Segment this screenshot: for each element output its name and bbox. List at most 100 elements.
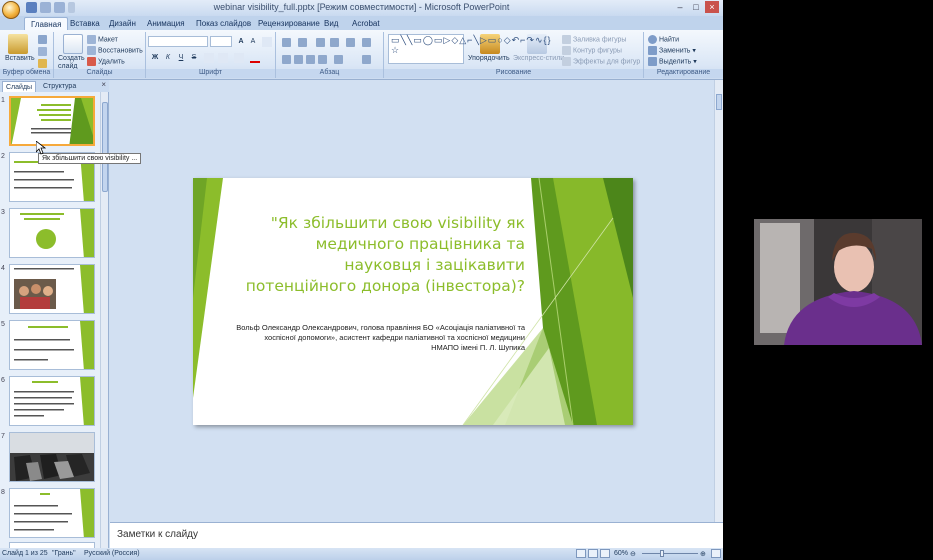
- align-left-icon[interactable]: [282, 55, 291, 64]
- smartart-icon[interactable]: [362, 55, 371, 64]
- layout-button[interactable]: Макет: [87, 35, 118, 44]
- tab-insert[interactable]: Вставка: [64, 17, 106, 30]
- shape-effects-icon: [562, 57, 571, 66]
- reset-label: Восстановить: [98, 47, 143, 55]
- bullets-icon[interactable]: [282, 38, 291, 47]
- slide-subtitle[interactable]: Вольф Олександр Олександрович, голова пр…: [235, 323, 525, 353]
- arrange-button[interactable]: Упорядочить: [468, 55, 510, 62]
- maximize-button[interactable]: □: [689, 1, 703, 13]
- thumbnail-slide-7[interactable]: 7: [0, 432, 100, 486]
- new-slide-icon[interactable]: [63, 34, 83, 54]
- thumbnail-slide-6[interactable]: 6: [0, 376, 100, 430]
- zoom-level[interactable]: 60%: [614, 550, 628, 557]
- slides-pane-tabs: Слайды Структура ×: [0, 80, 109, 92]
- decrease-indent-icon[interactable]: [316, 38, 325, 47]
- replace-button[interactable]: Заменить ▾: [648, 46, 696, 55]
- paste-icon[interactable]: [8, 34, 28, 54]
- find-button[interactable]: Найти: [648, 35, 679, 44]
- tab-slideshow[interactable]: Показ слайдов: [190, 17, 257, 30]
- numbering-icon[interactable]: [298, 38, 307, 47]
- fit-window-icon[interactable]: [711, 549, 721, 558]
- thumbnail-number: 7: [1, 433, 5, 440]
- tab-acrobat[interactable]: Acrobat: [346, 17, 386, 30]
- format-painter-icon[interactable]: [38, 59, 47, 68]
- webcam-presenter-image: [754, 219, 922, 345]
- tab-home[interactable]: Главная: [24, 17, 69, 30]
- thumbnail-slide-5[interactable]: 5: [0, 320, 100, 374]
- font-size-field[interactable]: [210, 36, 232, 47]
- delete-slide-button[interactable]: Удалить: [87, 57, 125, 66]
- grow-font-button[interactable]: A: [236, 37, 246, 47]
- tab-review[interactable]: Рецензирование: [252, 17, 326, 30]
- zoom-slider[interactable]: [642, 553, 698, 554]
- tab-animation[interactable]: Анимация: [141, 17, 191, 30]
- line-spacing-icon[interactable]: [346, 38, 355, 47]
- shapes-gallery[interactable]: ▭╲╲▭◯▭▷◇△⌐╲▷▭○◇↶⌐↷∿{}☆: [388, 34, 551, 64]
- current-slide[interactable]: "Як збільшити свою visibility як медично…: [193, 178, 633, 425]
- office-button[interactable]: [2, 1, 20, 19]
- reset-icon: [87, 46, 96, 55]
- copy-icon[interactable]: [38, 47, 47, 56]
- scrollbar-thumb[interactable]: [716, 94, 722, 110]
- stage-scrollbar[interactable]: [714, 80, 723, 522]
- pane-close-icon[interactable]: ×: [101, 80, 106, 89]
- thumbnail-number: 3: [1, 209, 5, 216]
- notes-pane[interactable]: Заметки к слайду: [110, 522, 723, 548]
- zoom-in-icon[interactable]: ⊕: [700, 550, 706, 558]
- slide-sorter-icon[interactable]: [588, 549, 598, 558]
- thumbnail-number: 4: [1, 265, 5, 272]
- columns-icon[interactable]: [334, 55, 343, 64]
- text-direction-icon[interactable]: [362, 38, 371, 47]
- group-slides: Создать слайд Макет Восстановить Удалить…: [54, 32, 146, 78]
- normal-view-icon[interactable]: [576, 549, 586, 558]
- thumbnail-slide-1[interactable]: 1: [0, 96, 100, 150]
- shape-fill-icon: [562, 35, 571, 44]
- increase-indent-icon[interactable]: [330, 38, 339, 47]
- char-spacing-icon[interactable]: [218, 53, 228, 63]
- thumbnail-slide-4[interactable]: 4: [0, 264, 100, 318]
- font-name-field[interactable]: [148, 36, 208, 47]
- tab-design[interactable]: Дизайн: [103, 17, 142, 30]
- zoom-out-icon[interactable]: ⊖: [630, 550, 636, 558]
- underline-button[interactable]: Ч: [176, 53, 186, 63]
- thumb-3-art: [20, 209, 94, 257]
- cut-icon[interactable]: [38, 35, 47, 44]
- change-case-icon[interactable]: [234, 53, 244, 63]
- clear-format-icon[interactable]: [262, 37, 272, 47]
- strikethrough-button[interactable]: S: [189, 53, 199, 63]
- thumbnail-slide-3[interactable]: 3: [0, 208, 100, 262]
- close-button[interactable]: ×: [705, 1, 719, 13]
- slideshow-view-icon[interactable]: [600, 549, 610, 558]
- tab-view[interactable]: Вид: [318, 17, 344, 30]
- shape-outline-icon: [562, 46, 571, 55]
- shape-effects-button[interactable]: Эффекты для фигур: [562, 57, 640, 66]
- align-right-icon[interactable]: [306, 55, 315, 64]
- thumbnail-image: [9, 320, 95, 370]
- shadow-icon[interactable]: [204, 53, 214, 63]
- thumbnail-slide-8[interactable]: 8: [0, 488, 100, 542]
- quick-styles-button[interactable]: Экспресс-стили: [513, 55, 564, 62]
- italic-button[interactable]: К: [163, 53, 173, 63]
- bold-button[interactable]: Ж: [150, 53, 160, 63]
- font-color-icon[interactable]: [250, 53, 260, 63]
- paste-button[interactable]: Вставить: [5, 55, 35, 62]
- shape-outline-button[interactable]: Контур фигуры: [562, 46, 622, 55]
- window-title: webinar visibility_full.pptx [Режим совм…: [213, 2, 510, 12]
- select-icon: [648, 57, 657, 66]
- scrollbar-thumb[interactable]: [102, 102, 108, 192]
- align-center-icon[interactable]: [294, 55, 303, 64]
- language-indicator[interactable]: Русский (Россия): [84, 550, 140, 557]
- notes-placeholder[interactable]: Заметки к слайду: [117, 529, 198, 540]
- select-button[interactable]: Выделить ▾: [648, 57, 697, 66]
- zoom-slider-handle[interactable]: [660, 550, 664, 557]
- reset-button[interactable]: Восстановить: [87, 46, 143, 55]
- minimize-button[interactable]: –: [673, 1, 687, 13]
- tab-slides[interactable]: Слайды: [2, 81, 37, 92]
- shrink-font-button[interactable]: A: [248, 37, 258, 47]
- shape-fill-button[interactable]: Заливка фигуры: [562, 35, 626, 44]
- tab-outline[interactable]: Структура: [40, 81, 79, 92]
- justify-icon[interactable]: [318, 55, 327, 64]
- status-bar: Слайд 1 из 25 "Грань" Русский (Россия) 6…: [0, 548, 723, 560]
- thumbnail-number: 6: [1, 377, 5, 384]
- slide-title[interactable]: "Як збільшити свою visibility як медично…: [245, 213, 525, 297]
